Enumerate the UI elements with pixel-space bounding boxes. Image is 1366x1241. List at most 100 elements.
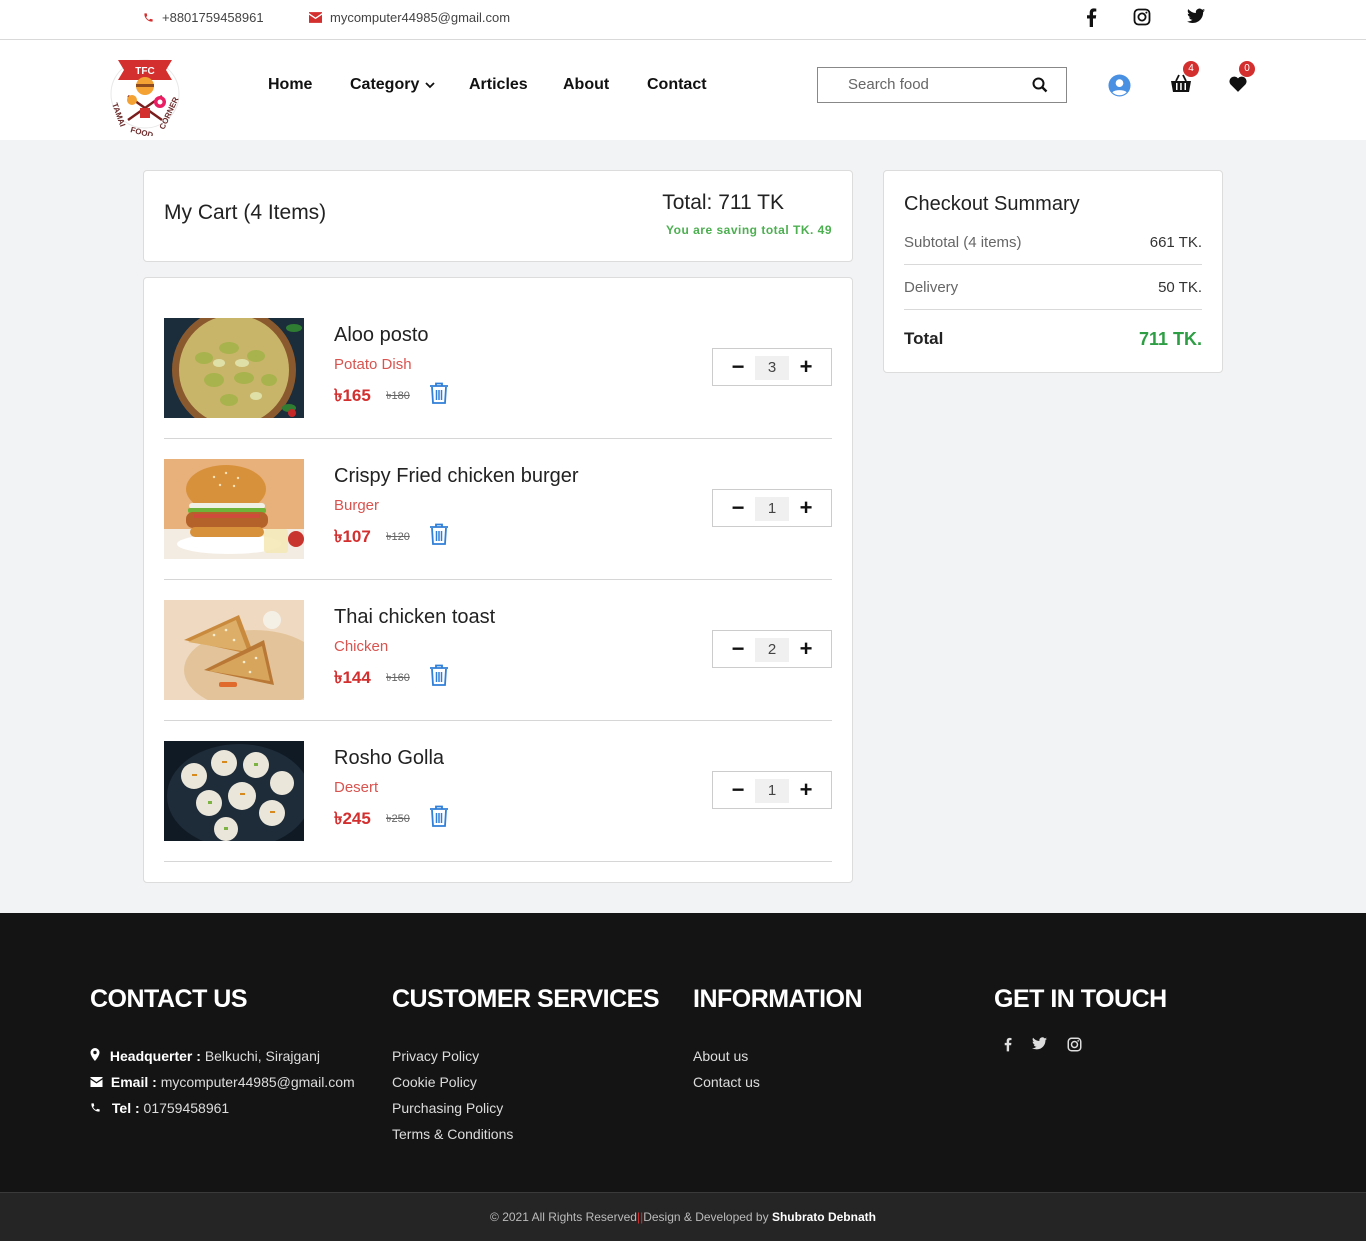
footer-touch-column: GET IN TOUCH — [994, 985, 1167, 1052]
quantity-stepper: − 3 + — [712, 348, 832, 386]
twitter-icon[interactable] — [1032, 1037, 1047, 1050]
quantity-value[interactable]: 3 — [755, 356, 789, 380]
main-header: TFC TAMAI FOOD CORNER Home Category Arti… — [0, 40, 1366, 140]
trash-icon[interactable] — [429, 523, 449, 545]
search-icon[interactable] — [1032, 77, 1048, 93]
item-name: Aloo posto — [334, 324, 429, 346]
total-row: Total 711 TK. — [904, 329, 1202, 374]
envelope-icon — [309, 12, 322, 23]
cart-item: Aloo posto Potato Dish ৳165 ৳180 − 3 + — [164, 298, 832, 439]
nav-about[interactable]: About — [563, 76, 609, 94]
design-credit-text: Design & Developed by — [643, 1210, 769, 1224]
item-price: ৳107 — [334, 527, 371, 546]
footer-information-title: INFORMATION — [693, 985, 863, 1013]
top-phone: +8801759458961 — [143, 10, 264, 25]
basket-icon — [1171, 74, 1191, 92]
trash-icon[interactable] — [429, 664, 449, 686]
footer-link-about-us[interactable]: About us — [693, 1043, 760, 1069]
nav-contact[interactable]: Contact — [647, 76, 707, 94]
site-logo[interactable]: TFC TAMAI FOOD CORNER — [104, 44, 186, 140]
checkout-summary-card: Checkout Summary Subtotal (4 items) 661 … — [883, 170, 1223, 373]
product-image-thai-chicken-toast — [164, 600, 304, 700]
footer-services-column: CUSTOMER SERVICES Privacy Policy Cookie … — [392, 985, 660, 1142]
instagram-icon[interactable] — [1133, 8, 1151, 31]
cart-item: Rosho Golla Desert ৳245 ৳250 − 1 + — [164, 721, 832, 862]
item-old-price: ৳160 — [386, 672, 410, 684]
nav-category[interactable]: Category — [350, 76, 435, 94]
top-bar: +8801759458961 mycomputer44985@gmail.com — [0, 0, 1366, 40]
footer-link-purchasing-policy[interactable]: Purchasing Policy — [392, 1095, 513, 1121]
nav-articles[interactable]: Articles — [469, 76, 528, 94]
heart-icon — [1229, 76, 1247, 92]
wishlist-count-badge: 0 — [1239, 61, 1255, 77]
footer-services-title: CUSTOMER SERVICES — [392, 985, 660, 1013]
facebook-icon[interactable] — [1086, 8, 1097, 32]
top-email: mycomputer44985@gmail.com — [309, 10, 510, 25]
increase-quantity-button[interactable]: + — [794, 354, 818, 380]
footer-email-label: Email : — [110, 1074, 157, 1090]
decrease-quantity-button[interactable]: − — [726, 777, 750, 803]
top-phone-text: +8801759458961 — [162, 10, 264, 25]
summary-title: Checkout Summary — [904, 193, 1080, 215]
decrease-quantity-button[interactable]: − — [726, 636, 750, 662]
footer-email: Email : mycomputer44985@gmail.com — [90, 1069, 355, 1095]
footer: CONTACT US Headquerter : Belkuchi, Siraj… — [0, 913, 1366, 1192]
twitter-icon[interactable] — [1187, 8, 1205, 29]
product-image-aloo-posto — [164, 318, 304, 418]
footer-headquarter: Headquerter : Belkuchi, Sirajganj — [90, 1043, 355, 1069]
quantity-value[interactable]: 2 — [755, 638, 789, 662]
item-old-price: ৳180 — [386, 390, 410, 402]
decrease-quantity-button[interactable]: − — [726, 495, 750, 521]
facebook-icon[interactable] — [1004, 1037, 1012, 1052]
delivery-row: Delivery 50 TK. — [904, 279, 1202, 324]
chevron-down-icon — [425, 82, 435, 89]
cart-button[interactable]: 4 — [1170, 61, 1199, 99]
copyright-text: © 2021 All Rights Reserved — [490, 1210, 637, 1224]
user-icon[interactable] — [1108, 74, 1131, 97]
trash-icon[interactable] — [429, 805, 449, 827]
subtotal-value: 661 TK. — [1149, 234, 1202, 251]
item-name: Thai chicken toast — [334, 606, 496, 628]
footer-email-value[interactable]: mycomputer44985@gmail.com — [161, 1074, 355, 1090]
wishlist-button[interactable]: 0 — [1229, 61, 1255, 97]
cart-count-badge: 4 — [1183, 61, 1199, 77]
svg-text:TFC: TFC — [135, 66, 154, 77]
footer-hq-value: Belkuchi, Sirajganj — [204, 1048, 320, 1064]
quantity-value[interactable]: 1 — [755, 497, 789, 521]
quantity-value[interactable]: 1 — [755, 779, 789, 803]
footer-social-icons — [1004, 1037, 1082, 1052]
decrease-quantity-button[interactable]: − — [726, 354, 750, 380]
saving-text: You are saving total TK. 49 — [666, 223, 832, 237]
cart-item: Crispy Fried chicken burger Burger ৳107 … — [164, 439, 832, 580]
increase-quantity-button[interactable]: + — [794, 495, 818, 521]
divider — [904, 309, 1202, 310]
instagram-icon[interactable] — [1067, 1037, 1082, 1052]
increase-quantity-button[interactable]: + — [794, 636, 818, 662]
phone-icon — [144, 13, 153, 22]
item-name: Crispy Fried chicken burger — [334, 465, 579, 487]
cart-item: Thai chicken toast Chicken ৳144 ৳160 − 2… — [164, 580, 832, 721]
search-input[interactable] — [848, 76, 1028, 93]
footer-touch-title: GET IN TOUCH — [994, 985, 1167, 1013]
item-category: Potato Dish — [334, 356, 412, 373]
quantity-stepper: − 1 + — [712, 489, 832, 527]
nav-category-label: Category — [350, 76, 420, 93]
quantity-stepper: − 1 + — [712, 771, 832, 809]
total-label: Total — [904, 329, 944, 348]
subtotal-row: Subtotal (4 items) 661 TK. — [904, 234, 1202, 279]
footer-link-cookie-policy[interactable]: Cookie Policy — [392, 1069, 513, 1095]
increase-quantity-button[interactable]: + — [794, 777, 818, 803]
top-email-text: mycomputer44985@gmail.com — [330, 10, 511, 25]
envelope-icon — [90, 1077, 103, 1087]
cart-title: My Cart (4 Items) — [164, 201, 327, 224]
delivery-label: Delivery — [904, 279, 959, 296]
nav-home[interactable]: Home — [268, 76, 312, 94]
footer-link-privacy-policy[interactable]: Privacy Policy — [392, 1043, 513, 1069]
trash-icon[interactable] — [429, 382, 449, 404]
item-category: Desert — [334, 779, 379, 796]
item-price: ৳245 — [334, 809, 371, 828]
footer-link-terms[interactable]: Terms & Conditions — [392, 1121, 513, 1147]
item-price: ৳144 — [334, 668, 371, 687]
footer-link-contact-us[interactable]: Contact us — [693, 1069, 760, 1095]
developer-name[interactable]: Shubrato Debnath — [772, 1210, 876, 1224]
